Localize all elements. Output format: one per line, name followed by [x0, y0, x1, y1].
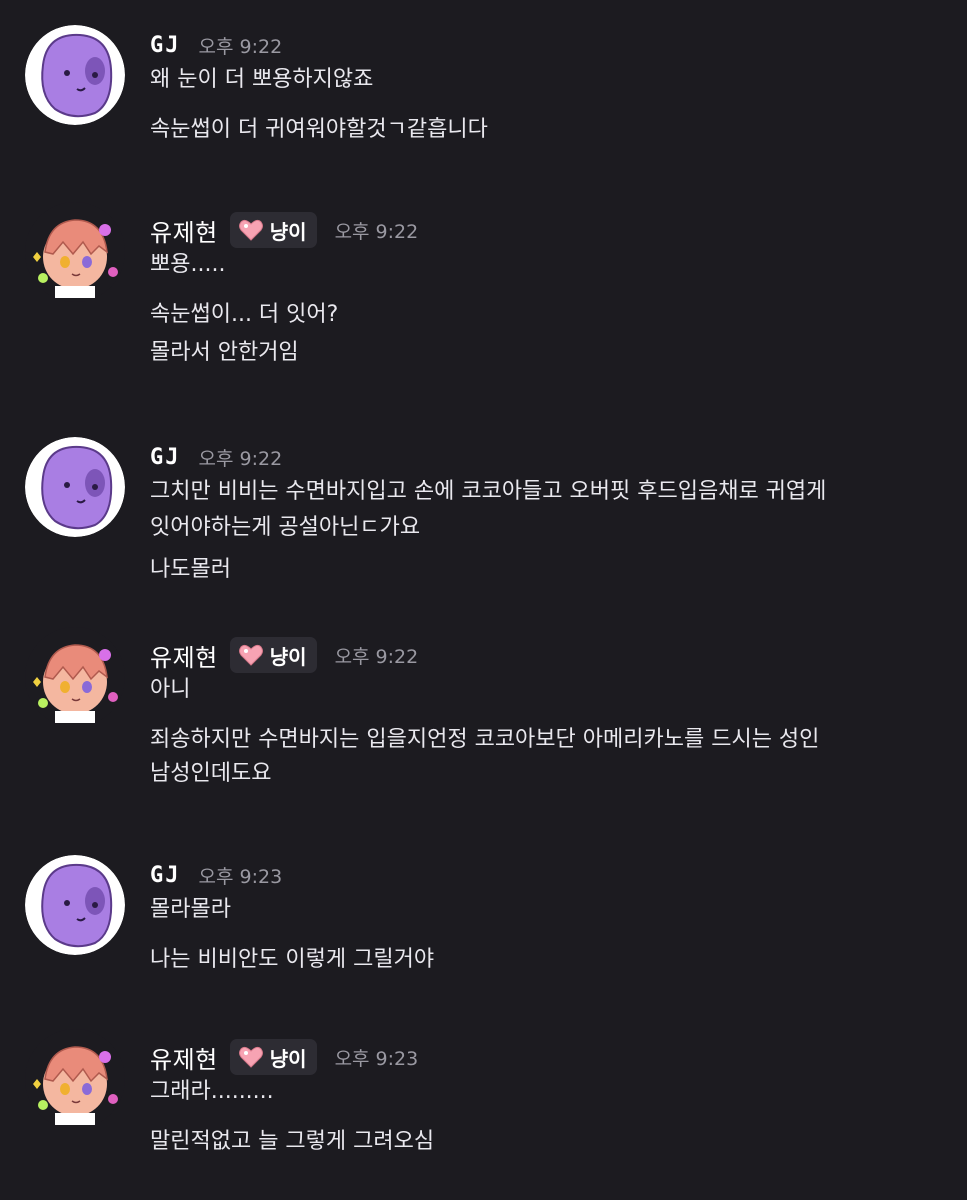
message-line: 말린적없고 늘 그렇게 그려오심 [150, 1129, 435, 1154]
message-line: 뽀용..... [150, 252, 226, 277]
message-content: 그래라......... 말린적없고 늘 그렇게 그려오심 [150, 1077, 950, 1165]
message-line: 아니 [150, 677, 191, 702]
message-line: 남성인데도요 [150, 761, 272, 786]
avatar-gj[interactable] [25, 437, 125, 537]
message-header: GJ 오후 9:22 [150, 437, 282, 477]
avatar-gj[interactable] [25, 855, 125, 955]
role-badge[interactable]: 냥이 [229, 637, 317, 673]
message-header: GJ 오후 9:22 [150, 25, 282, 65]
username[interactable]: 유제현 [150, 213, 218, 248]
message-line: 속눈썹이 더 귀여워야할것ㄱ같흡니다 [150, 117, 488, 142]
avatar-gj[interactable] [25, 25, 125, 125]
message-line: 속눈썹이... 더 잇어? [150, 302, 339, 327]
avatar-yjh[interactable] [25, 1029, 125, 1129]
message-line: 그래라......... [150, 1079, 274, 1104]
message-line: 그치만 비비는 수면바지입고 손에 코코아들고 오버핏 후드입음채로 귀엽게 [150, 479, 827, 504]
role-label: 냥이 [269, 644, 307, 669]
role-label: 냥이 [269, 1046, 307, 1071]
message-header: 유제현 냥이 오후 9:22 [150, 210, 418, 250]
avatar-yjh[interactable] [25, 202, 125, 302]
message-content: 아니 죄송하지만 수면바지는 입을지언정 코코아보단 아메리카노를 드시는 성인… [150, 675, 950, 797]
message-content: 몰라몰라 나는 비비안도 이렇게 그릴거야 [150, 895, 950, 983]
anime-boy-sticker-avatar-icon [25, 1029, 125, 1129]
purple-blob-avatar-icon [25, 437, 125, 537]
anime-boy-sticker-avatar-icon [25, 627, 125, 727]
role-badge[interactable]: 냥이 [229, 1039, 317, 1075]
message-content: 왜 눈이 더 뽀용하지않죠 속눈썹이 더 귀여워야할것ㄱ같흡니다 [150, 65, 950, 153]
message-content: 그치만 비비는 수면바지입고 손에 코코아들고 오버핏 후드입음채로 귀엽게 잇… [150, 477, 950, 593]
timestamp: 오후 9:22 [334, 645, 419, 668]
timestamp: 오후 9:22 [334, 220, 419, 243]
message-content: 뽀용..... 속눈썹이... 더 잇어? 몰라서 안한거임 [150, 250, 950, 376]
message-line: 나는 비비안도 이렇게 그릴거야 [150, 947, 435, 972]
timestamp: 오후 9:22 [198, 35, 283, 58]
message-line: 몰라몰라 [150, 897, 231, 922]
message-line: 잇어야하는게 공설아닌ㄷ가요 [150, 515, 421, 540]
message-header: GJ 오후 9:23 [150, 855, 282, 895]
username[interactable]: 유제현 [150, 638, 218, 673]
timestamp: 오후 9:23 [198, 865, 283, 888]
username[interactable]: GJ [150, 33, 181, 58]
message-header: 유제현 냥이 오후 9:23 [150, 1037, 418, 1077]
anime-boy-sticker-avatar-icon [25, 202, 125, 302]
message-header: 유제현 냥이 오후 9:22 [150, 635, 418, 675]
message-line: 죄송하지만 수면바지는 입을지언정 코코아보단 아메리카노를 드시는 성인 [150, 727, 820, 752]
username[interactable]: GJ [150, 445, 181, 470]
avatar-yjh[interactable] [25, 627, 125, 727]
pink-heart-icon [238, 1046, 263, 1068]
message-line: 왜 눈이 더 뽀용하지않죠 [150, 67, 374, 92]
role-label: 냥이 [269, 219, 307, 244]
username[interactable]: GJ [150, 863, 181, 888]
purple-blob-avatar-icon [25, 855, 125, 955]
purple-blob-avatar-icon [25, 25, 125, 125]
pink-heart-icon [238, 644, 263, 666]
message-line: 나도몰러 [150, 557, 231, 582]
timestamp: 오후 9:22 [198, 447, 283, 470]
username[interactable]: 유제현 [150, 1040, 218, 1075]
role-badge[interactable]: 냥이 [229, 212, 317, 248]
message-line: 몰라서 안한거임 [150, 340, 299, 365]
timestamp: 오후 9:23 [334, 1047, 419, 1070]
pink-heart-icon [238, 219, 263, 241]
